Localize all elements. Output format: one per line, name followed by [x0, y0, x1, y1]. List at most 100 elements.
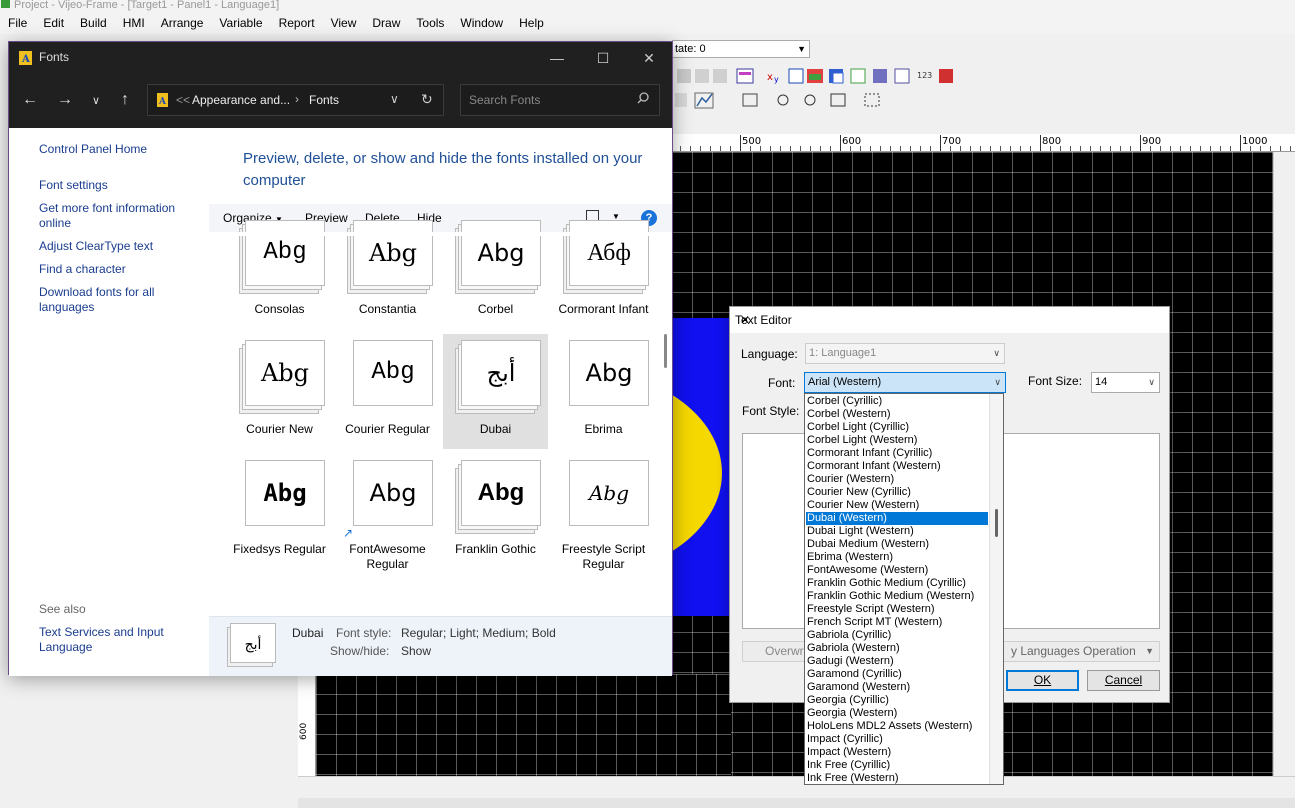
menu-variable[interactable]: Variable — [211, 16, 270, 30]
font-option[interactable]: HoloLens MDL2 Assets (Western) — [806, 720, 988, 733]
minimize-button[interactable]: — — [534, 47, 580, 69]
font-option[interactable]: Franklin Gothic Medium (Western) — [806, 590, 988, 603]
search-icon[interactable] — [637, 92, 649, 104]
font-option[interactable]: Ink Free (Western) — [806, 772, 988, 784]
link-find-character[interactable]: Find a character — [39, 262, 126, 277]
ruler-label: 500 — [742, 136, 762, 147]
dropdown-scrollbar-thumb[interactable] — [995, 509, 998, 537]
breadcrumb-appearance[interactable]: Appearance and... — [192, 93, 290, 107]
font-option[interactable]: Ink Free (Cyrillic) — [806, 759, 988, 772]
menu-draw[interactable]: Draw — [364, 16, 408, 30]
menu-edit[interactable]: Edit — [35, 16, 72, 30]
link-more-font-info[interactable]: Get more font information online — [39, 201, 189, 231]
address-dropdown-icon[interactable]: ∨ — [390, 92, 399, 106]
font-option[interactable]: Courier (Western) — [806, 473, 988, 486]
font-option[interactable]: Garamond (Cyrillic) — [806, 668, 988, 681]
blue-rectangle-shape[interactable] — [672, 318, 730, 616]
link-download-fonts[interactable]: Download fonts for all languages — [39, 285, 169, 315]
address-overflow[interactable]: << — [176, 93, 190, 107]
font-option[interactable]: Gadugi (Western) — [806, 655, 988, 668]
menu-file[interactable]: File — [0, 16, 35, 30]
font-option[interactable]: French Script MT (Western) — [806, 616, 988, 629]
status-strip — [298, 798, 1295, 808]
font-sample: Abg — [477, 479, 525, 506]
font-tile[interactable]: Abg Courier New — [227, 334, 332, 449]
address-bar[interactable]: A << Appearance and... › Fonts ∨ ↻ — [147, 84, 444, 116]
maximize-button[interactable]: ☐ — [580, 47, 626, 69]
font-tile[interactable]: Abg Courier Regular — [335, 334, 440, 449]
menu-build[interactable]: Build — [72, 16, 115, 30]
font-tile[interactable]: Abg Ebrima — [551, 334, 656, 449]
ruler-minor-tick — [1210, 146, 1211, 151]
menu-arrange[interactable]: Arrange — [153, 16, 212, 30]
font-option[interactable]: Georgia (Cyrillic) — [806, 694, 988, 707]
refresh-icon[interactable]: ↻ — [421, 91, 433, 108]
font-option[interactable]: Dubai Light (Western) — [806, 525, 988, 538]
menu-view[interactable]: View — [323, 16, 365, 30]
ruler-minor-tick — [1170, 146, 1171, 151]
back-arrow-icon[interactable]: ← — [19, 91, 41, 109]
canvas-vertical-scrollbar[interactable] — [1273, 152, 1295, 776]
drawing-canvas-lower[interactable] — [316, 674, 731, 776]
dialog-close-icon[interactable]: ✕ — [735, 313, 755, 327]
cancel-button[interactable]: Cancel — [1087, 670, 1160, 691]
dropdown-scrollbar[interactable] — [989, 394, 1003, 784]
font-combo[interactable]: Arial (Western) ∨ — [804, 372, 1006, 393]
menu-window[interactable]: Window — [452, 16, 511, 30]
ruler-major-tick — [1140, 135, 1141, 151]
yellow-ellipse-shape[interactable] — [672, 368, 722, 578]
ruler-minor-tick — [1290, 146, 1291, 151]
font-option[interactable]: Corbel (Cyrillic) — [806, 395, 988, 408]
font-option[interactable]: Cormorant Infant (Western) — [806, 460, 988, 473]
font-tile[interactable]: أبج Dubai — [443, 334, 548, 449]
font-option[interactable]: Franklin Gothic Medium (Cyrillic) — [806, 577, 988, 590]
font-option[interactable]: Courier New (Cyrillic) — [806, 486, 988, 499]
font-option[interactable]: Impact (Cyrillic) — [806, 733, 988, 746]
font-option[interactable]: Corbel Light (Western) — [806, 434, 988, 447]
language-combo[interactable]: 1: Language1 ∨ — [805, 343, 1005, 364]
ok-button[interactable]: OK — [1006, 670, 1079, 691]
font-option[interactable]: Gabriola (Cyrillic) — [806, 629, 988, 642]
font-option[interactable]: Georgia (Western) — [806, 707, 988, 720]
link-adjust-cleartype[interactable]: Adjust ClearType text — [39, 239, 153, 254]
font-tile[interactable]: Abg Fixedsys Regular — [227, 454, 332, 569]
languages-operation-combo[interactable]: y Languages Operation ▼ — [1000, 641, 1160, 662]
overwrite-button[interactable]: Overwrit — [742, 641, 812, 662]
font-option[interactable]: Freestyle Script (Western) — [806, 603, 988, 616]
font-option[interactable]: Impact (Western) — [806, 746, 988, 759]
recent-chevron-icon[interactable]: ∨ — [85, 94, 107, 107]
breadcrumb-fonts[interactable]: Fonts — [309, 93, 339, 107]
link-font-settings[interactable]: Font settings — [39, 178, 108, 193]
menu-help[interactable]: Help — [511, 16, 552, 30]
font-option[interactable]: Dubai Medium (Western) — [806, 538, 988, 551]
close-button[interactable]: ✕ — [626, 47, 672, 69]
font-size-combo[interactable]: 14 ∨ — [1091, 372, 1160, 393]
details-show-label: Show/hide: — [330, 644, 390, 658]
font-option[interactable]: Gabriola (Western) — [806, 642, 988, 655]
menu-tools[interactable]: Tools — [408, 16, 452, 30]
font-option[interactable]: Ebrima (Western) — [806, 551, 988, 564]
font-option[interactable]: Corbel Light (Cyrillic) — [806, 421, 988, 434]
font-option[interactable]: Cormorant Infant (Cyrillic) — [806, 447, 988, 460]
link-control-panel-home[interactable]: Control Panel Home — [39, 142, 147, 157]
menu-report[interactable]: Report — [271, 16, 323, 30]
link-text-services[interactable]: Text Services and Input Language — [39, 625, 179, 655]
font-tile[interactable]: Abg FontAwesome Regular ↗ — [335, 454, 440, 571]
canvas-horizontal-scrollbar[interactable] — [298, 776, 1295, 798]
details-pane: أبج Dubai Font style: Regular; Light; Me… — [209, 616, 672, 676]
up-arrow-icon[interactable]: ↑ — [114, 91, 136, 109]
ruler-minor-tick — [1030, 146, 1031, 151]
font-option[interactable]: Courier New (Western) — [806, 499, 988, 512]
font-tile[interactable]: Abg Freestyle Script Regular — [551, 454, 656, 571]
search-box[interactable]: Search Fonts — [460, 84, 660, 116]
font-option[interactable]: Dubai (Western) — [806, 512, 988, 525]
state-combo[interactable]: tate: 0 ▼ — [672, 40, 810, 58]
font-option[interactable]: Corbel (Western) — [806, 408, 988, 421]
forward-arrow-icon[interactable]: → — [54, 91, 76, 109]
font-option[interactable]: FontAwesome (Western) — [806, 564, 988, 577]
menu-hmi[interactable]: HMI — [115, 16, 153, 30]
font-tile[interactable]: Abg Franklin Gothic — [443, 454, 548, 569]
text-editor-title-bar: Text Editor ✕ — [730, 307, 1169, 333]
font-option[interactable]: Garamond (Western) — [806, 681, 988, 694]
fonts-scrollbar-thumb[interactable] — [664, 334, 667, 368]
